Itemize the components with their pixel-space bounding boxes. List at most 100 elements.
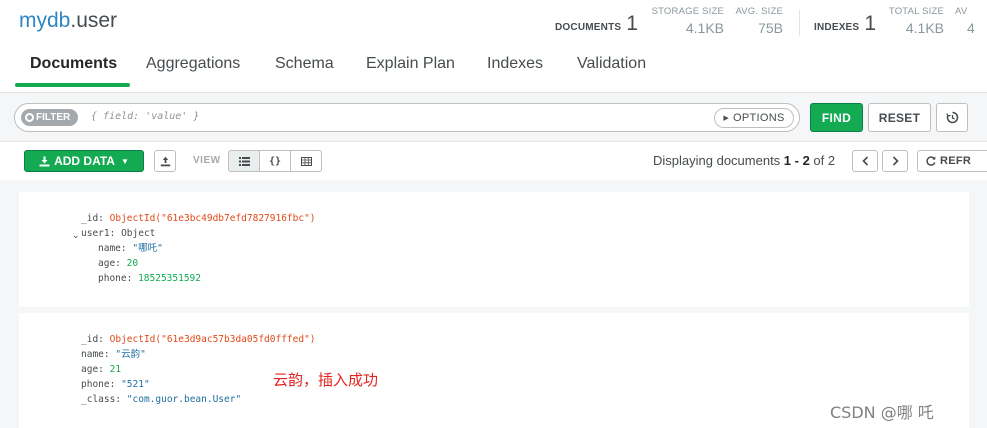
total-size-stat: TOTAL SIZE 4.1KB [886, 6, 944, 36]
tab-aggregations[interactable]: Aggregations [146, 55, 240, 73]
field-key: name [81, 349, 104, 360]
document-card[interactable]: _id: ObjectId("61e3d9ac57b3da05fd0fffed"… [19, 313, 969, 428]
document-field[interactable]: user1: Object [81, 228, 155, 240]
document-field: _class: "com.guor.bean.User" [81, 394, 242, 405]
document-card[interactable]: _id: ObjectId("61e3bc49db7efd7827916fbc"… [19, 192, 969, 307]
export-icon [160, 156, 170, 166]
json-braces-icon: {} [268, 155, 282, 167]
add-data-label: ADD DATA [54, 154, 115, 168]
document-field: name: "云韵" [81, 349, 146, 360]
indexes-count-label: INDEXES [814, 22, 860, 33]
documents-toolbar: ADD DATA ▼ VIEW {} Displaying documents … [0, 142, 987, 180]
field-value: ObjectId("61e3bc49db7efd7827916fbc") [109, 213, 316, 224]
caret-right-icon: ▶ [723, 115, 730, 122]
documents-list: _id: ObjectId("61e3bc49db7efd7827916fbc"… [0, 180, 987, 428]
filter-input[interactable]: { field: 'value' } [91, 111, 199, 122]
prev-page-button[interactable] [852, 150, 878, 172]
refresh-icon [926, 156, 936, 166]
add-data-button[interactable]: ADD DATA ▼ [24, 150, 144, 172]
filter-label: FILTER [36, 112, 71, 123]
list-icon [238, 156, 250, 166]
filter-box[interactable]: FILTER { field: 'value' } ▶ OPTIONS [14, 103, 800, 132]
chevron-left-icon [861, 156, 868, 166]
view-list-button[interactable] [228, 150, 260, 172]
paging-prefix: Displaying documents [653, 153, 784, 168]
field-key: _id [81, 334, 99, 345]
storage-size-value: 4.1KB [685, 20, 724, 36]
header-divider [799, 10, 800, 36]
field-value: ObjectId("61e3d9ac57b3da05fd0fffed") [109, 334, 316, 345]
paging-status: Displaying documents 1 - 2 of 2 [653, 153, 835, 168]
paging-total: 2 [827, 153, 836, 168]
find-button[interactable]: FIND [810, 103, 863, 132]
field-key: age [98, 258, 116, 269]
field-key: age [81, 364, 99, 375]
field-value: "com.guor.bean.User" [126, 394, 242, 405]
avg-size-stat: AVG. SIZE 75B [733, 6, 783, 36]
view-label: VIEW [193, 155, 221, 166]
document-field: age: 21 [81, 364, 122, 375]
expand-chevron-icon[interactable]: ⌄ [72, 230, 80, 241]
filter-dot-icon [25, 113, 34, 122]
field-key: name [98, 243, 121, 254]
field-value: Object [121, 228, 156, 239]
field-value: "521" [121, 379, 150, 390]
refresh-label: REFR [940, 155, 972, 167]
history-button[interactable] [936, 103, 968, 132]
storage-size-label: STORAGE SIZE [651, 6, 724, 17]
query-bar: FILTER { field: 'value' } ▶ OPTIONS FIND… [0, 92, 987, 142]
field-key: phone [81, 379, 110, 390]
paging-of: of [809, 153, 828, 168]
storage-size-stat: STORAGE SIZE 4.1KB [650, 6, 724, 36]
document-field: name: "哪吒" [98, 243, 163, 254]
tab-validation[interactable]: Validation [577, 55, 646, 73]
refresh-button[interactable]: REFR [917, 150, 987, 172]
avg-index-size-stat: AV 4 [955, 6, 987, 36]
document-field: _id: ObjectId("61e3bc49db7efd7827916fbc"… [81, 213, 316, 224]
history-icon [945, 111, 958, 124]
field-key: phone [98, 273, 127, 284]
documents-count-label: DOCUMENTS [555, 22, 622, 33]
collection-tabs: Documents Aggregations Schema Explain Pl… [0, 46, 987, 88]
field-value: 18525351592 [138, 273, 201, 284]
view-json-button[interactable]: {} [259, 150, 291, 172]
total-size-label: TOTAL SIZE [888, 6, 944, 17]
avg-index-size-value: 4 [967, 20, 975, 36]
next-page-button[interactable] [882, 150, 908, 172]
document-field: phone: 18525351592 [98, 273, 201, 284]
collection-header: mydb.user DOCUMENTS 1 STORAGE SIZE 4.1KB… [0, 0, 987, 46]
chevron-right-icon [892, 156, 899, 166]
download-icon [39, 156, 50, 166]
options-button[interactable]: ▶ OPTIONS [714, 108, 794, 128]
avg-size-label: AVG. SIZE [735, 6, 783, 17]
table-icon [300, 156, 312, 166]
filter-pill: FILTER [21, 109, 78, 126]
chevron-down-icon: ▼ [120, 156, 129, 166]
view-table-button[interactable] [290, 150, 322, 172]
annotation-text: 云韵，插入成功 [273, 371, 379, 389]
tab-indexes[interactable]: Indexes [487, 55, 543, 73]
view-toggle-group: {} [228, 150, 322, 172]
tab-documents[interactable]: Documents [30, 55, 117, 73]
export-button[interactable] [154, 150, 176, 172]
active-tab-indicator [15, 83, 130, 87]
field-key: _class [81, 394, 116, 405]
paging-range: 1 - 2 [783, 153, 810, 168]
tab-schema[interactable]: Schema [275, 55, 334, 73]
field-value: "哪吒" [132, 243, 163, 254]
indexes-count-value: 1 [864, 12, 876, 35]
field-value: 20 [126, 258, 139, 269]
document-field: _id: ObjectId("61e3d9ac57b3da05fd0fffed"… [81, 334, 316, 345]
tab-explain-plan[interactable]: Explain Plan [366, 55, 455, 73]
field-key: user1 [81, 228, 110, 239]
reset-button[interactable]: RESET [868, 103, 931, 132]
document-field: phone: "521" [81, 379, 150, 390]
avg-size-value: 75B [758, 20, 783, 36]
document-field: age: 20 [98, 258, 139, 269]
field-value: 21 [109, 364, 122, 375]
compass-window: mydb.user DOCUMENTS 1 STORAGE SIZE 4.1KB… [0, 0, 987, 428]
options-label: OPTIONS [733, 112, 785, 124]
documents-count-value: 1 [626, 12, 638, 35]
avg-index-size-label: AV [955, 6, 968, 17]
indexes-count-stat: INDEXES 1 [814, 12, 876, 36]
